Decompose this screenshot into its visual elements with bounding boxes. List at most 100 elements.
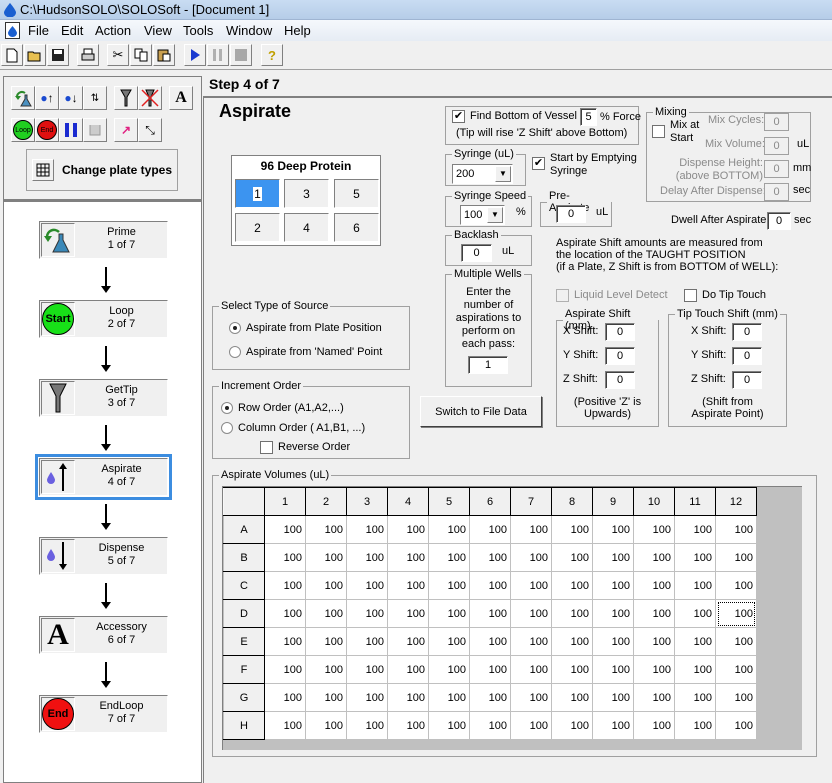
volume-cell[interactable]: 100: [428, 543, 470, 572]
syringe-speed-select[interactable]: 100 ▼: [460, 205, 505, 225]
row-header[interactable]: G: [223, 683, 265, 712]
volume-cell[interactable]: 100: [469, 711, 511, 740]
volume-cell[interactable]: 100: [305, 571, 347, 600]
volume-cell[interactable]: 100: [387, 711, 429, 740]
column-header[interactable]: 11: [674, 487, 716, 516]
row-header[interactable]: C: [223, 571, 265, 600]
volume-cell[interactable]: 100: [592, 683, 634, 712]
volume-cell[interactable]: 100: [633, 683, 675, 712]
aspirate-volumes-grid[interactable]: 1 2 3 4 5 6 7 8 9 10 11 12 A 100 100 100 100 100 100 100 10…: [222, 486, 802, 750]
volume-cell[interactable]: 100: [264, 683, 306, 712]
mix-volume-input[interactable]: 0: [764, 137, 789, 155]
syringe-select[interactable]: 200 ▼: [452, 164, 513, 184]
volume-cell[interactable]: 100: [551, 627, 593, 656]
column-header[interactable]: 9: [592, 487, 634, 516]
volume-cell[interactable]: 100: [387, 683, 429, 712]
aspirate-x-shift-input[interactable]: 0: [605, 323, 635, 341]
volume-cell[interactable]: 100: [551, 515, 593, 544]
dwell-input[interactable]: 0: [767, 212, 791, 230]
pre-aspirate-input[interactable]: 0: [556, 205, 586, 223]
volume-cell[interactable]: 100: [346, 683, 388, 712]
palette-mix-button[interactable]: ⇅: [83, 86, 107, 110]
reverse-order-checkbox[interactable]: [260, 441, 273, 454]
volume-cell[interactable]: 100: [428, 711, 470, 740]
volume-cell[interactable]: 100: [674, 515, 716, 544]
volume-cell[interactable]: 100: [264, 711, 306, 740]
volume-cell[interactable]: 100: [346, 515, 388, 544]
volume-cell[interactable]: 100: [551, 711, 593, 740]
palette-shuck-tip-button[interactable]: [138, 86, 162, 110]
column-header[interactable]: 8: [551, 487, 593, 516]
backlash-input[interactable]: 0: [461, 244, 492, 262]
menu-view[interactable]: View: [144, 23, 172, 38]
volume-cell[interactable]: 100: [469, 655, 511, 684]
volume-cell[interactable]: 100: [510, 627, 552, 656]
volume-cell[interactable]: 100: [633, 711, 675, 740]
volume-cell[interactable]: 100: [346, 543, 388, 572]
volume-cell[interactable]: 100: [715, 599, 757, 628]
liquid-level-detect-checkbox[interactable]: [556, 289, 569, 302]
menu-tools[interactable]: Tools: [183, 23, 213, 38]
force-input[interactable]: 5: [580, 108, 597, 126]
step-dispense[interactable]: Dispense 5 of 7: [39, 537, 168, 575]
change-plate-types-button[interactable]: Change plate types: [26, 149, 178, 191]
row-header[interactable]: F: [223, 655, 265, 684]
row-header[interactable]: E: [223, 627, 265, 656]
volume-cell[interactable]: 100: [387, 627, 429, 656]
volume-cell[interactable]: 100: [346, 655, 388, 684]
plate-position-1[interactable]: 1: [235, 179, 280, 208]
column-header[interactable]: 3: [346, 487, 388, 516]
menu-file[interactable]: File: [28, 23, 49, 38]
volume-cell[interactable]: 100: [264, 515, 306, 544]
print-button[interactable]: [77, 44, 99, 66]
volume-cell[interactable]: 100: [510, 543, 552, 572]
delay-after-dispense-input[interactable]: 0: [764, 183, 789, 201]
copy-button[interactable]: [130, 44, 152, 66]
volume-cell[interactable]: 100: [592, 627, 634, 656]
volume-cell[interactable]: 100: [551, 571, 593, 600]
volume-cell[interactable]: 100: [264, 543, 306, 572]
row-order-radio[interactable]: [221, 402, 233, 414]
mix-cycles-input[interactable]: 0: [764, 113, 789, 131]
volume-cell[interactable]: 100: [715, 627, 757, 656]
volume-cell[interactable]: 100: [469, 515, 511, 544]
tip-touch-x-shift-input[interactable]: 0: [732, 323, 762, 341]
tip-touch-y-shift-input[interactable]: 0: [732, 347, 762, 365]
volume-cell[interactable]: 100: [551, 543, 593, 572]
column-header[interactable]: 7: [510, 487, 552, 516]
plate-position-4[interactable]: 4: [284, 213, 329, 242]
column-header[interactable]: 6: [469, 487, 511, 516]
step-accessory[interactable]: A Accessory 6 of 7: [39, 616, 168, 654]
volume-cell[interactable]: 100: [387, 543, 429, 572]
volume-cell[interactable]: 100: [469, 627, 511, 656]
palette-accessory-button[interactable]: A: [169, 86, 193, 110]
volume-cell[interactable]: 100: [592, 571, 634, 600]
volume-cell[interactable]: 100: [633, 655, 675, 684]
volume-cell[interactable]: 100: [387, 515, 429, 544]
volume-cell[interactable]: 100: [469, 683, 511, 712]
volume-cell[interactable]: 100: [715, 515, 757, 544]
volume-cell[interactable]: 100: [305, 655, 347, 684]
volume-cell[interactable]: 100: [305, 599, 347, 628]
stop-button[interactable]: [230, 44, 252, 66]
volume-cell[interactable]: 100: [510, 515, 552, 544]
volume-cell[interactable]: 100: [592, 515, 634, 544]
step-end-loop[interactable]: End EndLoop 7 of 7: [39, 695, 168, 733]
step-list[interactable]: Prime 1 of 7 Start Loop 2 of 7 GetTip 3 of …: [3, 200, 202, 783]
plate-position-5[interactable]: 5: [334, 179, 379, 208]
menu-help[interactable]: Help: [284, 23, 311, 38]
step-loop[interactable]: Start Loop 2 of 7: [39, 300, 168, 338]
volume-cell[interactable]: 100: [633, 543, 675, 572]
plate-position-3[interactable]: 3: [284, 179, 329, 208]
aspirate-z-shift-input[interactable]: 0: [605, 371, 635, 389]
row-header[interactable]: B: [223, 543, 265, 572]
volume-cell[interactable]: 100: [428, 655, 470, 684]
help-button[interactable]: ?: [261, 44, 283, 66]
volume-cell[interactable]: 100: [346, 711, 388, 740]
paste-button[interactable]: [153, 44, 175, 66]
palette-move-button[interactable]: ↗: [114, 118, 138, 142]
volume-cell[interactable]: 100: [715, 683, 757, 712]
do-tip-touch-checkbox[interactable]: [684, 289, 697, 302]
column-header[interactable]: 12: [715, 487, 757, 516]
palette-aspirate-button[interactable]: ●↑: [35, 86, 59, 110]
